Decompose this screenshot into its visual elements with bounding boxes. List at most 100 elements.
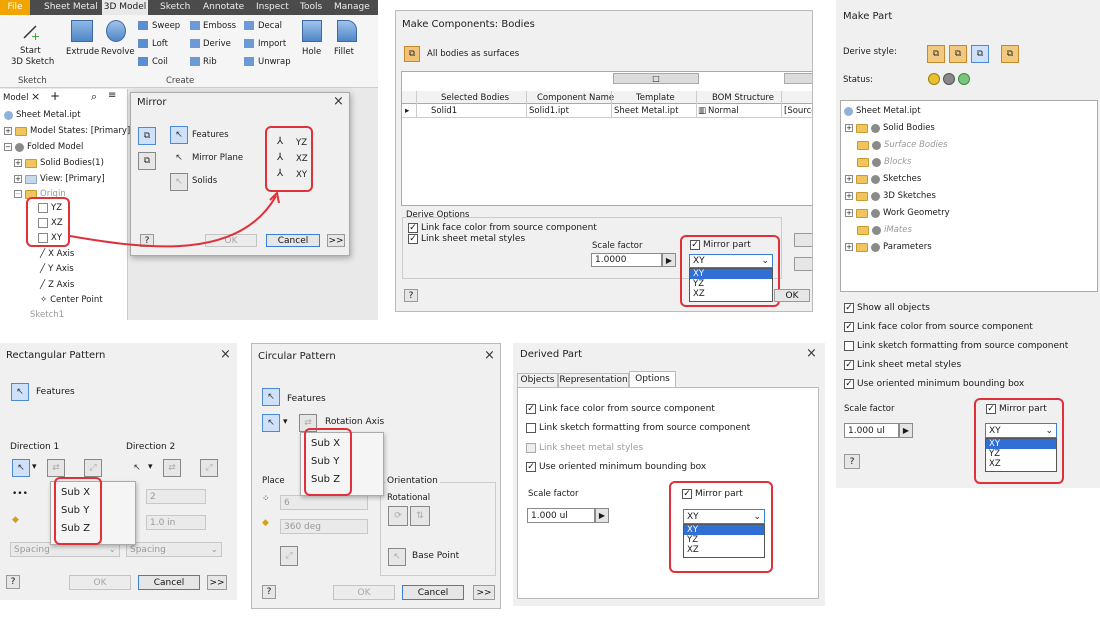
dp-tab-objects[interactable]: Objects (517, 373, 558, 388)
checkbox-box[interactable] (526, 423, 536, 433)
rect-dir2-dropdown-icon[interactable]: ▾ (148, 462, 153, 472)
expand-icon[interactable]: + (845, 124, 853, 132)
mc-side-button-1[interactable] (794, 233, 812, 247)
mp-tree-work-geometry[interactable]: + Work Geometry (845, 208, 950, 218)
rect-dir2-midplane-icon[interactable]: ⤢ (200, 459, 218, 477)
mp-link-face-checkbox[interactable]: ✓ Link face color from source component (844, 322, 1033, 332)
status-include-icon[interactable] (928, 73, 940, 85)
col-selected-bodies[interactable]: Selected Bodies (441, 93, 509, 103)
mc-link-sheet-checkbox[interactable]: ✓ Link sheet metal styles (408, 234, 525, 244)
dp-scale-input[interactable]: 1.000 ul (527, 508, 595, 523)
checkbox-box[interactable]: ✓ (526, 462, 536, 472)
circ-fixed-icon[interactable]: ⇅ (410, 506, 430, 526)
rect-help-button[interactable]: ? (6, 575, 20, 589)
rect-dir1-dropdown-icon[interactable]: ▾ (32, 462, 37, 472)
rect-dir1-midplane-icon[interactable]: ⤢ (84, 459, 102, 477)
mc-link-face-checkbox[interactable]: ✓ Link face color from source component (408, 223, 597, 233)
circ-midplane-icon[interactable]: ⤢ (280, 546, 298, 566)
col-component-name[interactable]: Component Name (537, 93, 614, 103)
dp-link-sketch-checkbox[interactable]: Link sketch formatting from source compo… (526, 423, 750, 433)
mp-tree-blocks[interactable]: Blocks (857, 157, 911, 167)
mc-help-button[interactable]: ? (404, 289, 418, 302)
circ-ok-button[interactable]: OK (333, 585, 395, 600)
rect-dir1-flip-icon[interactable]: ⇄ (47, 459, 65, 477)
col-template[interactable]: Template (636, 93, 675, 103)
dp-scale-arrow-button[interactable]: ▶ (595, 508, 609, 523)
status-mixed-icon[interactable] (958, 73, 970, 85)
expand-icon[interactable]: + (845, 175, 853, 183)
derive-style-single-solid-icon[interactable]: ⧉ (927, 45, 945, 63)
derived-part-close-icon[interactable]: × (806, 346, 817, 361)
mc-scale-input[interactable]: 1.0000 (591, 253, 662, 267)
expand-icon[interactable]: + (845, 243, 853, 251)
checkbox-box[interactable]: ✓ (408, 223, 418, 233)
mp-tree-3d-sketches[interactable]: +3D Sketches (845, 191, 936, 201)
derive-style-keep-seams-icon[interactable]: ⧉ (949, 45, 967, 63)
checkbox-box[interactable]: ✓ (844, 379, 854, 389)
mp-scale-input[interactable]: 1.000 ul (844, 423, 899, 438)
dp-oriented-box-checkbox[interactable]: ✓ Use oriented minimum bounding box (526, 462, 706, 472)
rect-cancel-button[interactable]: Cancel (138, 575, 200, 590)
mp-scale-arrow-button[interactable]: ▶ (899, 423, 913, 438)
cell-source[interactable]: [Source (784, 106, 812, 116)
checkbox-box[interactable]: ✓ (844, 360, 854, 370)
rect-features-icon[interactable]: ↖ (11, 383, 29, 401)
dp-link-sheet-checkbox[interactable]: Link sheet metal styles (526, 443, 643, 453)
rect-dir1-select-icon[interactable]: ↖ (12, 459, 30, 477)
dp-tab-options[interactable]: Options (629, 371, 676, 388)
circ-help-button[interactable]: ? (262, 585, 276, 599)
all-bodies-icon[interactable]: ⧉ (404, 46, 420, 62)
cell-selected-body[interactable]: Solid1 (431, 106, 457, 116)
circ-axis-dropdown-icon[interactable]: ▾ (283, 417, 288, 427)
circ-more-button[interactable]: >> (473, 585, 495, 600)
expand-icon[interactable]: + (845, 209, 853, 217)
rect-more-button[interactable]: >> (207, 575, 227, 590)
circ-close-icon[interactable]: × (484, 348, 495, 363)
mc-ok-button[interactable]: OK (774, 289, 810, 302)
mp-tree-sketches[interactable]: + Sketches (845, 174, 921, 184)
rect-dir2-spacing-select[interactable]: Spacing ⌄ (126, 542, 222, 557)
col-bom-structure[interactable]: BOM Structure (712, 93, 774, 103)
circ-angle-input[interactable]: 360 deg (280, 519, 368, 534)
checkbox-box[interactable]: ✓ (844, 303, 854, 313)
mp-link-sketch-checkbox[interactable]: Link sketch formatting from source compo… (844, 341, 1068, 351)
grid-column-toggle-2[interactable] (784, 73, 812, 84)
mp-tree-solid-bodies[interactable]: + Solid Bodies (845, 123, 935, 133)
mp-tree-sheet-metal[interactable]: Sheet Metal.ipt (844, 106, 921, 116)
mp-help-button[interactable]: ? (844, 454, 860, 469)
rect-dir2-select-icon[interactable]: ↖ (128, 459, 146, 477)
dp-link-face-checkbox[interactable]: ✓ Link face color from source component (526, 404, 715, 414)
circ-axis-select-icon[interactable]: ↖ (262, 414, 280, 432)
circ-cancel-button[interactable]: Cancel (402, 585, 464, 600)
mp-link-sheet-checkbox[interactable]: ✓ Link sheet metal styles (844, 360, 961, 370)
mc-side-button-2[interactable] (794, 257, 812, 271)
circ-features-icon[interactable]: ↖ (262, 388, 280, 406)
mp-tree-parameters[interactable]: + Parameters (845, 242, 932, 252)
cell-bom-structure[interactable]: Normal (708, 106, 739, 116)
grid-column-toggle[interactable]: □ (613, 73, 699, 84)
checkbox-box[interactable]: ✓ (526, 404, 536, 414)
rect-dir2-spacing-input[interactable]: 1.0 in (146, 515, 206, 530)
checkbox-box[interactable]: ✓ (408, 234, 418, 244)
mp-oriented-box-checkbox[interactable]: ✓ Use oriented minimum bounding box (844, 379, 1024, 389)
cell-template[interactable]: Sheet Metal.ipt (614, 106, 679, 116)
dp-tab-representation[interactable]: Representation (558, 373, 629, 388)
rect-dir2-count-input[interactable]: 2 (146, 489, 206, 504)
checkbox-box[interactable] (844, 341, 854, 351)
rect-close-icon[interactable]: × (220, 347, 231, 362)
cell-component-name[interactable]: Solid1.ipt (529, 106, 569, 116)
circ-base-point-icon[interactable]: ↖ (388, 548, 406, 566)
expand-icon[interactable]: + (845, 192, 853, 200)
circ-rotational-icon[interactable]: ⟳ (388, 506, 408, 526)
rect-dir2-flip-icon[interactable]: ⇄ (163, 459, 181, 477)
rect-ok-button[interactable]: OK (69, 575, 131, 590)
status-exclude-icon[interactable] (943, 73, 955, 85)
checkbox-box[interactable] (526, 443, 536, 453)
derive-style-surface-icon[interactable]: ⧉ (1001, 45, 1019, 63)
mc-scale-arrow-button[interactable]: ▶ (662, 253, 676, 267)
mp-tree-surface-bodies[interactable]: Surface Bodies (857, 140, 948, 150)
circ-count-input[interactable]: 6 (280, 495, 368, 510)
derive-style-multiple-bodies-icon[interactable]: ⧉ (971, 45, 989, 63)
mp-show-all-checkbox[interactable]: ✓ Show all objects (844, 303, 930, 313)
mp-tree-imates[interactable]: iMates (857, 225, 912, 235)
